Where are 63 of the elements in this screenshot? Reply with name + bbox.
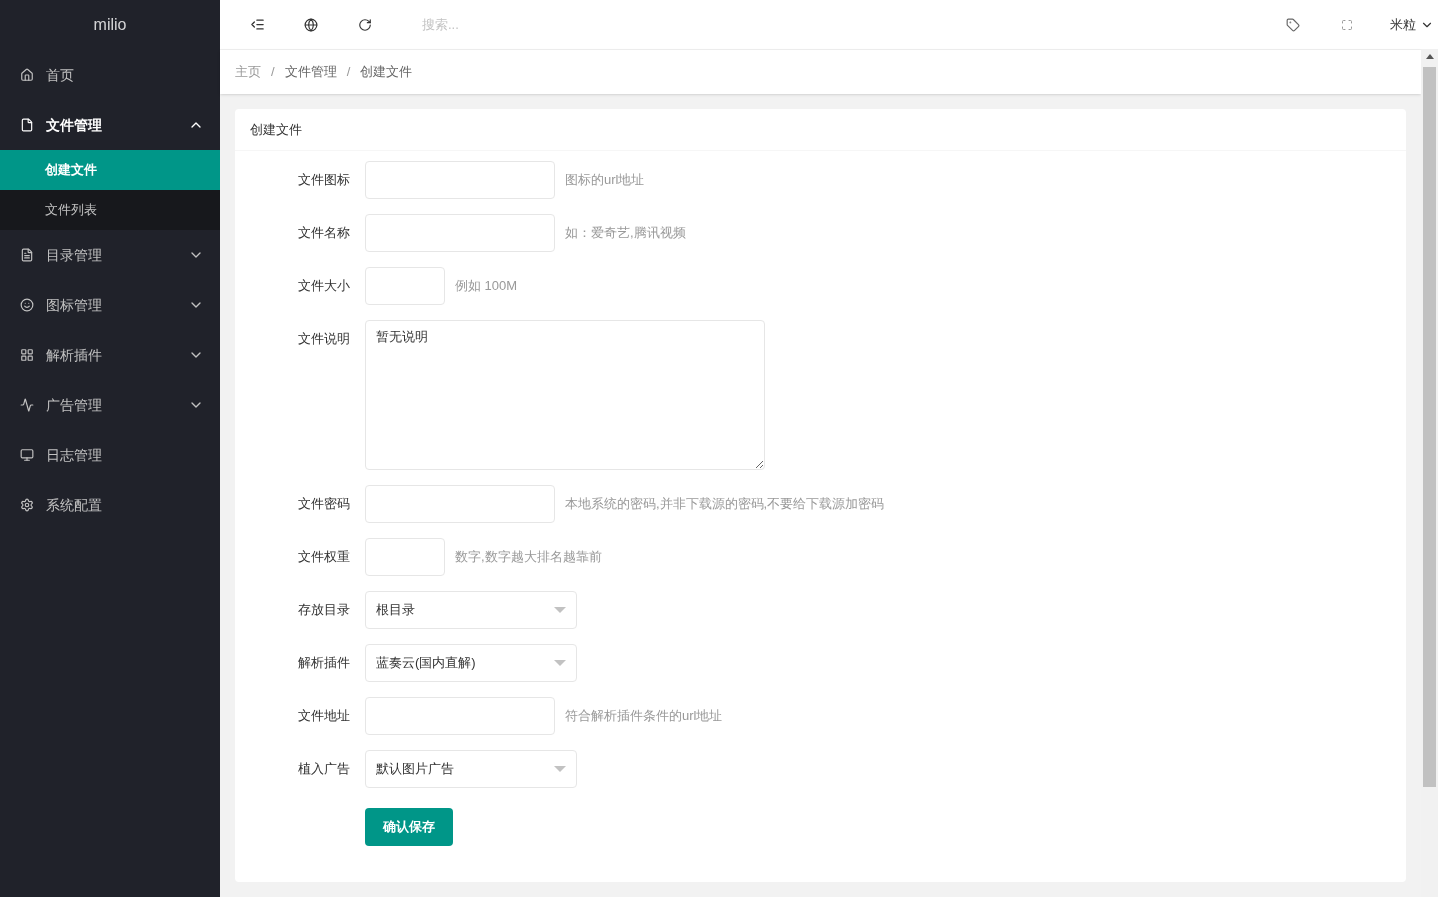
sidebar-item[interactable]: 广告管理: [0, 380, 220, 430]
field-label: 文件名称: [297, 224, 351, 243]
brand-logo[interactable]: milio: [0, 0, 220, 50]
sidebar-item[interactable]: 首页: [0, 50, 220, 100]
document-icon: [20, 248, 34, 262]
user-menu[interactable]: 米粒: [1374, 0, 1438, 49]
field-hint: 数字,数字越大排名越靠前: [455, 548, 602, 567]
smiley-icon: [20, 298, 34, 312]
select-dropdown[interactable]: 蓝奏云(国内直解): [365, 644, 577, 682]
field-hint: 图标的url地址: [565, 171, 645, 190]
field-label: 文件密码: [297, 495, 351, 514]
submenu-item[interactable]: 创建文件: [0, 150, 220, 190]
sidebar-item[interactable]: 文件管理: [0, 100, 220, 150]
globe-icon: [304, 17, 318, 32]
field-hint: 例如 100M: [455, 277, 518, 296]
monitor-icon: [20, 448, 34, 462]
sidebar-item[interactable]: 系统配置: [0, 480, 220, 530]
save-button[interactable]: 确认保存: [365, 808, 453, 846]
select-dropdown[interactable]: 默认图片广告: [365, 750, 577, 788]
text-input[interactable]: [365, 697, 555, 735]
gear-icon: [20, 498, 34, 512]
sidebar-item[interactable]: 图标管理: [0, 280, 220, 330]
search-input[interactable]: 搜索...: [422, 14, 582, 35]
submenu-item[interactable]: 文件列表: [0, 190, 220, 230]
tag-icon: [1286, 17, 1300, 32]
breadcrumb-link[interactable]: 文件管理: [284, 62, 337, 82]
text-input[interactable]: [365, 161, 555, 199]
sidebar-item[interactable]: 解析插件: [0, 330, 220, 380]
home-icon: [20, 68, 34, 82]
field-label: 植入广告: [297, 760, 351, 779]
description-textarea[interactable]: 暂无说明: [365, 320, 765, 470]
file-icon: [20, 118, 34, 132]
dropdown-triangle-icon: [554, 660, 566, 666]
breadcrumb-separator: /: [271, 63, 275, 82]
field-label: 文件大小: [297, 277, 351, 296]
field-label: 解析插件: [297, 654, 351, 673]
field-hint: 符合解析插件条件的url地址: [565, 707, 723, 726]
breadcrumb-link[interactable]: 创建文件: [360, 62, 413, 82]
refresh-icon: [358, 17, 372, 32]
text-input[interactable]: [365, 485, 555, 523]
grid-icon: [20, 348, 34, 362]
select-dropdown[interactable]: 根目录: [365, 591, 577, 629]
card-title: 创建文件: [235, 109, 1406, 151]
pulse-icon: [20, 398, 34, 412]
text-input[interactable]: [365, 214, 555, 252]
field-label: 文件地址: [297, 707, 351, 726]
sidebar-item[interactable]: 目录管理: [0, 230, 220, 280]
text-input[interactable]: [365, 538, 445, 576]
field-label: 文件说明: [297, 330, 351, 348]
field-label: 存放目录: [297, 601, 351, 620]
breadcrumb-separator: /: [346, 63, 351, 82]
indent-icon: [249, 17, 265, 32]
scroll-up-arrow-icon: [1425, 54, 1434, 59]
field-label: 文件权重: [297, 548, 351, 567]
scrollbar-thumb[interactable]: [1423, 67, 1436, 787]
sidebar-item[interactable]: 日志管理: [0, 430, 220, 480]
field-label: 文件图标: [297, 171, 351, 190]
dropdown-triangle-icon: [554, 766, 566, 772]
field-hint: 如：爱奇艺,腾讯视频: [565, 224, 686, 243]
dropdown-triangle-icon: [554, 607, 566, 613]
text-input[interactable]: [365, 267, 445, 305]
field-hint: 本地系统的密码,并非下载源的密码,不要给下载源加密码: [565, 495, 885, 514]
fullscreen-icon: [1341, 18, 1353, 31]
